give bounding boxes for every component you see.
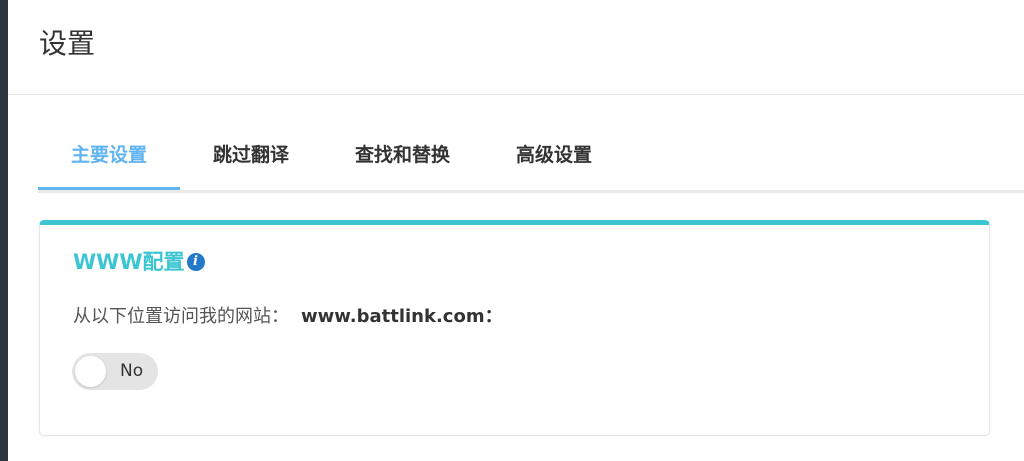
tab-main-settings[interactable]: 主要设置 <box>38 130 181 190</box>
toggle-knob <box>75 356 106 387</box>
tab-advanced-settings[interactable]: 高级设置 <box>483 130 625 187</box>
page-title: 设置 <box>39 27 96 60</box>
page-header: 设置 <box>8 0 1024 95</box>
access-description: 从以下位置访问我的网站： www.battlink.com： <box>73 305 503 329</box>
www-config-card: WWW配置 i 从以下位置访问我的网站： www.battlink.com： No <box>39 220 990 436</box>
info-icon[interactable]: i <box>186 253 205 271</box>
tab-skip-translation[interactable]: 跳过翻译 <box>180 130 322 187</box>
settings-page: 设置 主要设置 跳过翻译 查找和替换 高级设置 WWW配置 i 从以下位置访问我… <box>0 0 1024 461</box>
settings-tabs: 主要设置 跳过翻译 查找和替换 高级设置 <box>38 130 1024 193</box>
access-prefix: 从以下位置访问我的网站： <box>73 306 289 327</box>
www-config-title-row: WWW配置 i <box>73 249 205 275</box>
www-config-title: WWW配置 <box>73 250 185 274</box>
www-toggle-switch[interactable]: No <box>72 353 158 390</box>
sidebar-edge <box>0 0 8 461</box>
site-domain: www.battlink.com： <box>301 306 503 327</box>
toggle-label: No <box>120 361 144 381</box>
tab-find-and-replace[interactable]: 查找和替换 <box>322 130 483 187</box>
